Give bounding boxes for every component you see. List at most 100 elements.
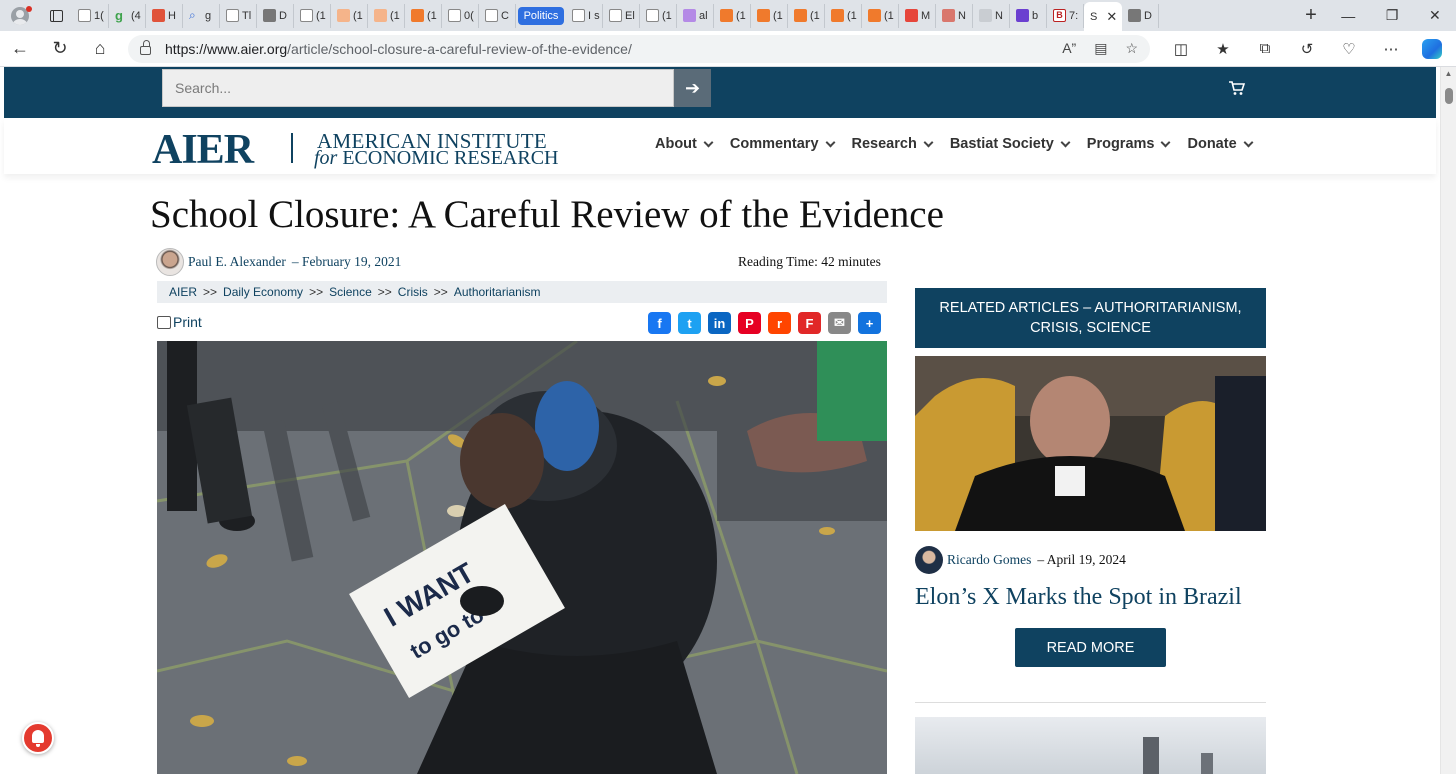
browser-tab[interactable]: (1 bbox=[294, 3, 331, 28]
immersive-reader-icon[interactable]: ▤ bbox=[1094, 40, 1107, 57]
nav-item-research[interactable]: Research bbox=[852, 136, 934, 152]
linkedin-icon[interactable]: in bbox=[708, 312, 731, 334]
flipboard-icon[interactable]: F bbox=[798, 312, 821, 334]
tab-label: (1 bbox=[662, 9, 672, 22]
breadcrumb-link[interactable]: Authoritarianism bbox=[454, 285, 541, 299]
browser-tab[interactable]: N bbox=[973, 3, 1010, 28]
address-bar[interactable]: https://www.aier.org/article/school-clos… bbox=[128, 34, 1150, 63]
browser-tab[interactable]: D bbox=[1122, 3, 1159, 28]
browser-tab[interactable]: I s bbox=[566, 3, 603, 28]
back-icon[interactable]: ← bbox=[0, 31, 40, 67]
browser-tab[interactable]: (1 bbox=[368, 3, 405, 28]
lock-icon[interactable] bbox=[140, 40, 151, 55]
search-input[interactable]: Search... bbox=[162, 69, 674, 107]
read-aloud-icon[interactable]: A” bbox=[1062, 40, 1076, 57]
nav-item-bastiat-society[interactable]: Bastiat Society bbox=[949, 136, 1071, 152]
browser-tab[interactable]: (1 bbox=[751, 3, 788, 28]
article-hero-image: I WANT to go to bbox=[157, 341, 887, 774]
browser-tab[interactable]: al bbox=[677, 3, 714, 28]
search-submit-button[interactable]: ➔ bbox=[674, 69, 711, 107]
copilot-icon[interactable] bbox=[1422, 38, 1442, 59]
favorite-star-icon[interactable]: ☆ bbox=[1125, 40, 1138, 57]
tab-actions-icon[interactable] bbox=[40, 0, 72, 31]
favorites-icon[interactable]: ★ bbox=[1202, 31, 1244, 67]
url-text[interactable]: https://www.aier.org/article/school-clos… bbox=[165, 41, 1062, 57]
refresh-icon[interactable]: ↻ bbox=[40, 31, 80, 67]
breadcrumb-link[interactable]: Daily Economy bbox=[223, 285, 303, 299]
twitter-icon[interactable]: t bbox=[678, 312, 701, 334]
active-tab[interactable]: S ✕ bbox=[1084, 2, 1122, 31]
author-link[interactable]: Paul E. Alexander bbox=[188, 254, 286, 270]
tab-label: Politics bbox=[517, 6, 565, 25]
nav-item-donate[interactable]: Donate bbox=[1187, 136, 1254, 152]
nav-item-commentary[interactable]: Commentary bbox=[730, 136, 835, 152]
browser-tab[interactable]: 1( bbox=[72, 3, 109, 28]
more-menu-icon[interactable]: ⋯ bbox=[1370, 31, 1412, 67]
related-article-image-2[interactable] bbox=[915, 717, 1266, 774]
minimize-icon[interactable]: — bbox=[1341, 8, 1355, 24]
related-article-image[interactable] bbox=[915, 356, 1266, 531]
nav-item-about[interactable]: About bbox=[655, 136, 714, 152]
nav-label: Bastiat Society bbox=[949, 136, 1054, 152]
browser-tab[interactable]: (1 bbox=[405, 3, 442, 28]
browser-tab[interactable]: (1 bbox=[788, 3, 825, 28]
page-scrollbar[interactable]: ▲ bbox=[1440, 67, 1456, 774]
browser-tab[interactable]: g (4 bbox=[109, 3, 146, 28]
reddit-icon[interactable]: r bbox=[768, 312, 791, 334]
new-tab-button[interactable]: + bbox=[1296, 4, 1326, 27]
logo-abbreviation[interactable]: AIER bbox=[152, 126, 254, 174]
browser-tab[interactable]: C bbox=[479, 3, 516, 28]
breadcrumb-link[interactable]: AIER bbox=[169, 285, 197, 299]
close-window-icon[interactable]: ✕ bbox=[1429, 7, 1441, 24]
email-icon[interactable]: ✉ bbox=[828, 312, 851, 334]
browser-tab[interactable]: (1 bbox=[862, 3, 899, 28]
history-icon[interactable]: ↺ bbox=[1286, 31, 1328, 67]
browser-tab[interactable]: (1 bbox=[825, 3, 862, 28]
browser-tab[interactable]: (1 bbox=[640, 3, 677, 28]
nav-item-programs[interactable]: Programs bbox=[1087, 136, 1171, 152]
tab-politics[interactable]: Politics bbox=[516, 4, 566, 28]
pinterest-icon[interactable]: P bbox=[738, 312, 761, 334]
tab-label: I s bbox=[588, 9, 600, 22]
browser-tab[interactable]: (1 bbox=[714, 3, 751, 28]
logo-line-2[interactable]: for ECONOMIC RESEARCH bbox=[314, 147, 558, 170]
browser-tab[interactable]: H bbox=[146, 3, 183, 28]
print-button[interactable]: Print bbox=[157, 314, 202, 330]
related-article-title[interactable]: Elon’s X Marks the Spot in Brazil bbox=[915, 584, 1242, 611]
reading-time: Reading Time: 42 minutes bbox=[738, 254, 881, 269]
browser-tab[interactable]: b bbox=[1010, 3, 1047, 28]
browser-tab[interactable]: (1 bbox=[331, 3, 368, 28]
related-author-avatar[interactable] bbox=[915, 546, 943, 574]
split-screen-icon[interactable]: ◫ bbox=[1160, 31, 1202, 67]
read-more-button[interactable]: READ MORE bbox=[1015, 628, 1166, 667]
scroll-up-icon[interactable]: ▲ bbox=[1441, 67, 1456, 81]
cart-icon[interactable] bbox=[1228, 80, 1246, 96]
browser-tab[interactable]: B 7: bbox=[1047, 3, 1084, 28]
browser-tab[interactable]: 0( bbox=[442, 3, 479, 28]
browser-tab[interactable]: El bbox=[603, 3, 640, 28]
tab-favicon-icon bbox=[720, 9, 733, 22]
profile-avatar-icon[interactable] bbox=[0, 0, 40, 31]
author-avatar[interactable] bbox=[156, 248, 184, 276]
tab-label: (1 bbox=[316, 9, 326, 22]
article-title: School Closure: A Careful Review of the … bbox=[150, 193, 944, 236]
main-nav: About Commentary Research Bastiat Society Pr… bbox=[655, 136, 1254, 152]
collections-icon[interactable]: ⧉ bbox=[1244, 31, 1286, 67]
browser-tab[interactable]: D bbox=[257, 3, 294, 28]
share-icon[interactable]: + bbox=[858, 312, 881, 334]
related-author-link[interactable]: Ricardo Gomes bbox=[947, 552, 1031, 568]
restore-icon[interactable]: ❐ bbox=[1386, 7, 1399, 24]
browser-essentials-icon[interactable]: ♡ bbox=[1328, 31, 1370, 67]
close-tab-icon[interactable]: ✕ bbox=[1106, 9, 1117, 25]
facebook-icon[interactable]: f bbox=[648, 312, 671, 334]
browser-tab[interactable]: ⌕ g bbox=[183, 3, 220, 28]
browser-tab[interactable]: M bbox=[899, 3, 936, 28]
home-icon[interactable]: ⌂ bbox=[80, 31, 120, 67]
breadcrumb-link[interactable]: Science bbox=[329, 285, 372, 299]
tab-label: g bbox=[205, 9, 212, 22]
breadcrumb-link[interactable]: Crisis bbox=[398, 285, 428, 299]
notification-bell-icon[interactable] bbox=[22, 722, 54, 754]
browser-tab[interactable]: N bbox=[936, 3, 973, 28]
browser-tab[interactable]: Tl bbox=[220, 3, 257, 28]
scroll-thumb[interactable] bbox=[1445, 88, 1453, 104]
